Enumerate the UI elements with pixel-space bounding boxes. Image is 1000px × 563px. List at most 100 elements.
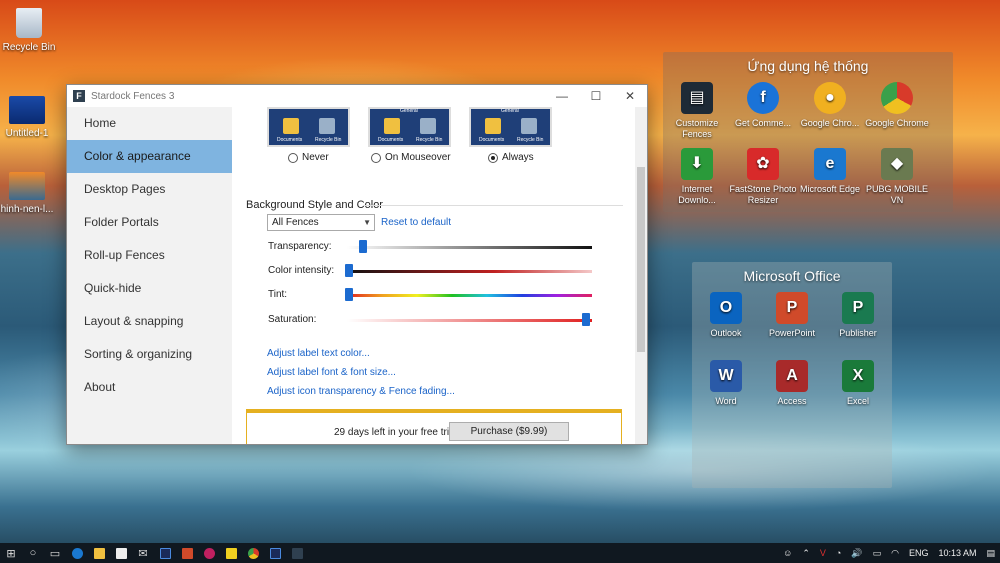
fence-item-faststone[interactable]: ✿ FastStone Photo Resizer <box>729 148 797 206</box>
fence-item-chrome-canary[interactable]: ● Google Chro... <box>796 82 864 129</box>
sidebar-item-desktop-pages[interactable]: Desktop Pages <box>67 173 232 206</box>
radio-never[interactable]: Never <box>288 152 329 163</box>
desktop-icon-label: Recycle Bin <box>2 42 56 53</box>
sidebar-item-quick-hide[interactable]: Quick-hide <box>67 272 232 305</box>
transparency-slider-track[interactable] <box>347 246 592 249</box>
radio-always[interactable]: Always <box>488 152 534 163</box>
folder-icon <box>485 118 501 134</box>
fence-item-label: Internet Downlo... <box>678 184 716 205</box>
word-icon: W <box>710 360 742 392</box>
edge-taskbar-icon[interactable] <box>66 543 88 563</box>
excel-icon: X <box>842 360 874 392</box>
sidebar-item-color-appearance[interactable]: Color & appearance <box>67 140 232 173</box>
adjust-transparency-link[interactable]: Adjust icon transparency & Fence fading.… <box>267 386 455 397</box>
window-titlebar[interactable]: F Stardock Fences 3 — ☐ ✕ <box>67 85 647 107</box>
powerpoint-icon: P <box>776 292 808 324</box>
fence-item-google-chrome[interactable]: Google Chrome <box>863 82 931 129</box>
sidebar-item-home[interactable]: Home <box>67 107 232 140</box>
color-intensity-slider-track[interactable] <box>347 270 592 273</box>
desktop-icon-recycle-bin[interactable]: Recycle Bin <box>0 8 64 53</box>
chrome-taskbar-icon[interactable] <box>242 543 264 563</box>
purchase-button[interactable]: Purchase ($9.99) <box>449 422 569 441</box>
fence-item-label: Microsoft Edge <box>799 184 861 194</box>
fence-item-internet-download[interactable]: ⬇ Internet Downlo... <box>663 148 731 206</box>
access-icon: A <box>776 360 808 392</box>
fence-item-word[interactable]: W Word <box>692 360 760 407</box>
chevron-up-icon[interactable]: ⌃ <box>797 548 815 559</box>
tint-slider-track[interactable] <box>347 294 592 297</box>
adjust-label-color-link[interactable]: Adjust label text color... <box>267 348 370 359</box>
preview-always[interactable]: General Documents Recycle Bin <box>469 107 552 147</box>
sticky-notes-icon[interactable] <box>220 543 242 563</box>
fence-item-label: Google Chrome <box>865 118 929 128</box>
minimize-button[interactable]: — <box>545 85 579 107</box>
sidebar-item-layout-snapping[interactable]: Layout & snapping <box>67 305 232 338</box>
sidebar-item-sorting[interactable]: Sorting & organizing <box>67 338 232 371</box>
sidebar-item-about[interactable]: About <box>67 371 232 404</box>
sidebar-item-folder-portals[interactable]: Folder Portals <box>67 206 232 239</box>
fence-microsoft-office[interactable]: Microsoft Office O Outlook P PowerPoint PP… <box>692 262 892 488</box>
app-icon[interactable] <box>198 543 220 563</box>
desktop-icon-hinh-nen[interactable]: hinh-nen-l... <box>0 172 62 215</box>
start-button[interactable]: ⊞ <box>0 543 22 563</box>
fence-item-label: Get Comme... <box>734 118 791 128</box>
fence-item-label: Customize Fences <box>675 118 719 139</box>
sidebar-item-rollup-fences[interactable]: Roll-up Fences <box>67 239 232 272</box>
content-scrollbar[interactable] <box>635 107 647 444</box>
language-indicator[interactable]: ENG <box>904 548 934 558</box>
dropdown-value: All Fences <box>272 217 319 228</box>
tint-slider-handle[interactable] <box>345 288 353 301</box>
fences-icon: ▤ <box>681 82 713 114</box>
maximize-button[interactable]: ☐ <box>579 85 613 107</box>
volume-icon[interactable]: 🔊 <box>846 548 867 559</box>
office-icon[interactable] <box>176 543 198 563</box>
radio-button[interactable] <box>371 152 381 163</box>
radio-on-mouseover[interactable]: On Mouseover <box>371 152 451 163</box>
task-view-icon[interactable]: ▭ <box>44 543 66 563</box>
fences-taskbar-icon[interactable] <box>286 543 308 563</box>
fence-item-powerpoint[interactable]: P PowerPoint <box>758 292 826 339</box>
fence-item-get-comme[interactable]: f Get Comme... <box>729 82 797 129</box>
fence-item-pubg[interactable]: ◆ PUBG MOBILE VN <box>863 148 931 206</box>
radio-button[interactable] <box>288 152 298 163</box>
store-icon[interactable] <box>110 543 132 563</box>
adjust-label-font-link[interactable]: Adjust label font & font size... <box>267 367 396 378</box>
fence-select-dropdown[interactable]: All Fences ▼ <box>267 214 375 231</box>
photoshop-icon[interactable] <box>154 543 176 563</box>
antivirus-icon[interactable]: V <box>815 548 831 558</box>
clock[interactable]: 10:13 AM <box>933 548 981 558</box>
fence-item-publisher[interactable]: P Publisher <box>824 292 892 339</box>
scrollbar-thumb[interactable] <box>637 167 645 352</box>
desktop-icon-untitled[interactable]: Untitled-1 <box>0 96 62 139</box>
file-explorer-icon[interactable] <box>88 543 110 563</box>
close-button[interactable]: ✕ <box>613 85 647 107</box>
battery-icon[interactable]: ▭ <box>868 548 887 559</box>
people-icon[interactable]: ☺ <box>778 548 797 558</box>
slider-label: Tint: <box>268 289 288 300</box>
fence-item-customize-fences[interactable]: ▤ Customize Fences <box>663 82 731 140</box>
preview-never[interactable]: Documents Recycle Bin <box>267 107 350 147</box>
fence-item-excel[interactable]: X Excel <box>824 360 892 407</box>
fence-item-microsoft-edge[interactable]: e Microsoft Edge <box>796 148 864 195</box>
radio-button[interactable] <box>488 152 498 163</box>
reset-to-default-link[interactable]: Reset to default <box>381 217 451 228</box>
recycle-bin-icon <box>319 118 335 134</box>
notification-icon[interactable]: ▤ <box>981 548 1000 559</box>
photoshop-icon[interactable] <box>264 543 286 563</box>
fence-item-access[interactable]: A Access <box>758 360 826 407</box>
preview-on-mouseover[interactable]: General Documents Recycle Bin <box>368 107 451 147</box>
network-icon[interactable]: ◔ <box>831 548 846 558</box>
preview-caption: Recycle Bin <box>517 137 544 143</box>
transparency-slider-handle[interactable] <box>359 240 368 253</box>
search-icon[interactable]: ○ <box>22 543 44 563</box>
saturation-slider-track[interactable] <box>347 319 592 322</box>
fence-system-apps[interactable]: Ứng dụng hệ thống ▤ Customize Fences f Get… <box>663 52 953 212</box>
wifi-icon[interactable]: ◠ <box>886 548 904 559</box>
recycle-bin-icon <box>16 8 42 38</box>
color-intensity-slider-handle[interactable] <box>345 264 353 277</box>
saturation-slider-handle[interactable] <box>582 313 590 326</box>
radio-label: Never <box>302 152 329 163</box>
edge-icon: e <box>814 148 846 180</box>
mail-icon[interactable]: ✉ <box>132 543 154 563</box>
fence-item-outlook[interactable]: O Outlook <box>692 292 760 339</box>
